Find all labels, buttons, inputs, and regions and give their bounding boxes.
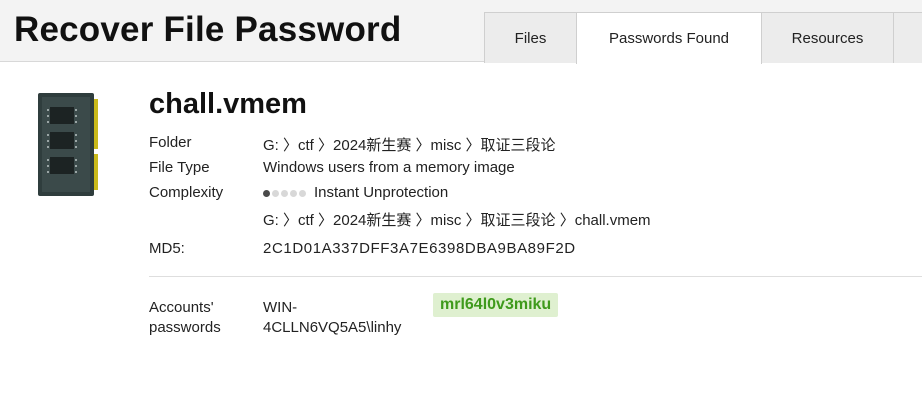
complexity-dot	[290, 190, 297, 198]
md5-value: 2C1D01A337DFF3A7E6398DBA9BA89F2D	[263, 240, 576, 257]
complexity-dot	[272, 190, 279, 198]
account-user-line1: WIN-	[263, 299, 298, 316]
complexity-value-wrap: Instant Unprotection	[263, 184, 448, 202]
full-path-value[interactable]: G: 〉ctf 〉2024新生赛 〉misc 〉取证三段论 〉chall.vme…	[263, 209, 651, 230]
complexity-dot	[281, 190, 288, 198]
tab-overflow[interactable]	[893, 12, 922, 63]
memory-module-icon	[38, 93, 98, 196]
folder-value[interactable]: G: 〉ctf 〉2024新生赛 〉misc 〉取证三段论	[263, 134, 556, 155]
account-username: WIN- 4CLLN6VQ5A5\linhy	[263, 298, 401, 338]
md5-label: MD5:	[149, 240, 185, 257]
tab-bar: Files Passwords Found Resources	[484, 12, 922, 64]
tab-resources[interactable]: Resources	[761, 12, 894, 63]
file-type-value: Windows users from a memory image	[263, 159, 515, 176]
folder-label: Folder	[149, 134, 192, 151]
complexity-dot	[299, 190, 306, 198]
tab-files[interactable]: Files	[484, 12, 577, 63]
accounts-passwords-label: Accounts' passwords	[149, 298, 221, 338]
header-bar: Recover File Password Files Passwords Fo…	[0, 0, 922, 64]
found-password[interactable]: mrl64l0v3miku	[433, 293, 559, 317]
accounts-label-line2: passwords	[149, 319, 221, 336]
section-divider	[149, 276, 922, 277]
complexity-meter	[263, 185, 308, 202]
complexity-label: Complexity	[149, 184, 224, 201]
complexity-dot	[263, 190, 270, 198]
file-type-label: File Type	[149, 159, 210, 176]
file-name: chall.vmem	[149, 88, 307, 120]
complexity-value: Instant Unprotection	[314, 184, 449, 201]
accounts-label-line1: Accounts'	[149, 299, 214, 316]
tab-passwords-found[interactable]: Passwords Found	[576, 12, 762, 64]
account-user-line2: 4CLLN6VQ5A5\linhy	[263, 319, 402, 336]
page-title: Recover File Password	[14, 10, 402, 49]
